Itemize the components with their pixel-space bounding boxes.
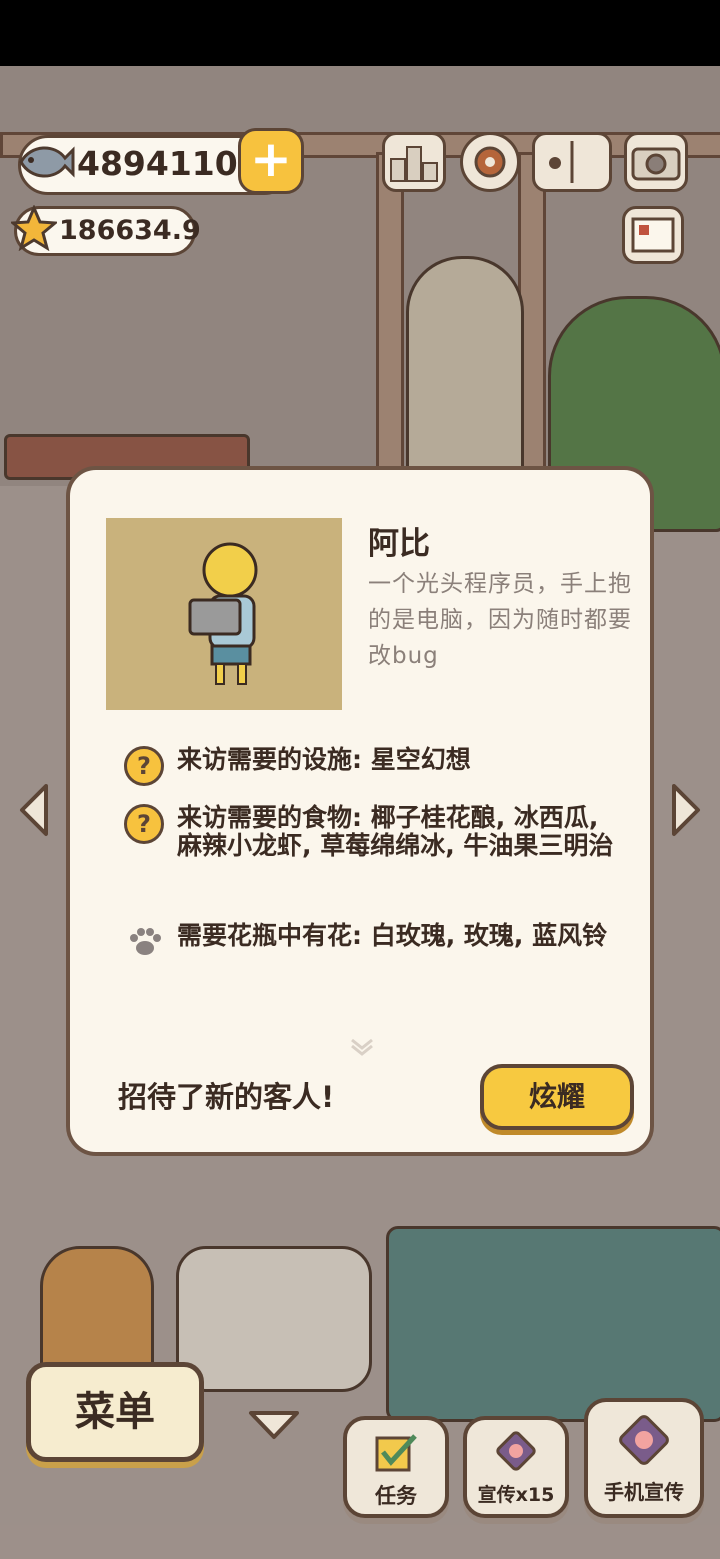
- podium-icon: [390, 146, 438, 182]
- scroll-down-chevron-icon: [351, 1038, 373, 1056]
- question-icon: ?: [124, 804, 164, 844]
- paw-icon: [130, 928, 161, 955]
- next-arrow-icon[interactable]: [666, 780, 706, 840]
- settings-button[interactable]: [460, 132, 520, 192]
- tasks-button[interactable]: 任务: [343, 1416, 449, 1518]
- collapse-arrow-icon[interactable]: [245, 1407, 303, 1443]
- add-currency-button[interactable]: +: [238, 128, 304, 194]
- flyer-icon: [496, 1431, 536, 1471]
- ranking-button[interactable]: [382, 132, 446, 192]
- star-count-value: 186634.9: [59, 215, 201, 246]
- programmer-character-icon: [188, 542, 258, 685]
- camera-icon: [631, 147, 681, 181]
- promo-label: 宣传x15: [477, 1484, 555, 1506]
- requirement-item: ? 来访需要的设施: 星空幻想: [124, 746, 634, 786]
- requirement-item: ? 来访需要的食物: 椰子桂花酿, 冰西瓜, 麻辣小龙虾, 草莓绵绵冰, 牛油果…: [124, 804, 634, 894]
- tasks-label: 任务: [375, 1484, 417, 1508]
- character-name: 阿比: [368, 526, 430, 562]
- requirement-item: 需要花瓶中有花: 白玫瑰, 玫瑰, 蓝风铃: [124, 922, 634, 982]
- prev-arrow-icon[interactable]: [14, 780, 54, 840]
- letter-icon: [631, 217, 675, 253]
- star-currency: 186634.9: [11, 205, 201, 256]
- share-button[interactable]: 炫耀: [480, 1064, 634, 1130]
- phone-icon: [619, 1415, 669, 1465]
- question-icon: ?: [124, 746, 164, 786]
- character-portrait: [106, 518, 342, 710]
- fish-icon: [19, 146, 75, 178]
- phone-promo-label: 手机宣传: [604, 1480, 684, 1504]
- requirement-text: 需要花瓶中有花: 白玫瑰, 玫瑰, 蓝风铃: [177, 921, 608, 950]
- star-icon: [11, 205, 57, 251]
- new-guest-message: 招待了新的客人!: [118, 1080, 335, 1114]
- requirement-text: 来访需要的设施: 星空幻想: [177, 745, 471, 774]
- promo-button[interactable]: 宣传x15: [463, 1416, 569, 1518]
- catalog-button[interactable]: [532, 132, 612, 192]
- status-bar: [0, 0, 720, 66]
- fish-count-value: 4894110: [77, 144, 238, 183]
- checkbox-icon: [375, 1434, 417, 1472]
- camera-button[interactable]: [624, 132, 688, 192]
- phone-promo-button[interactable]: 手机宣传: [584, 1398, 704, 1518]
- character-description: 一个光头程序员，手上抱的是电脑，因为随时都要改bug: [368, 571, 632, 669]
- mail-button[interactable]: [622, 206, 684, 264]
- menu-button[interactable]: 菜单: [26, 1362, 204, 1462]
- paw-book-icon: [549, 141, 574, 183]
- gear-icon: [474, 146, 506, 178]
- requirement-text: 来访需要的食物: 椰子桂花酿, 冰西瓜, 麻辣小龙虾, 草莓绵绵冰, 牛油果三明…: [177, 803, 614, 860]
- new-guest-dialog: 阿比 一个光头程序员，手上抱的是电脑，因为随时都要改bug ? 来访需要的设施:…: [66, 466, 654, 1156]
